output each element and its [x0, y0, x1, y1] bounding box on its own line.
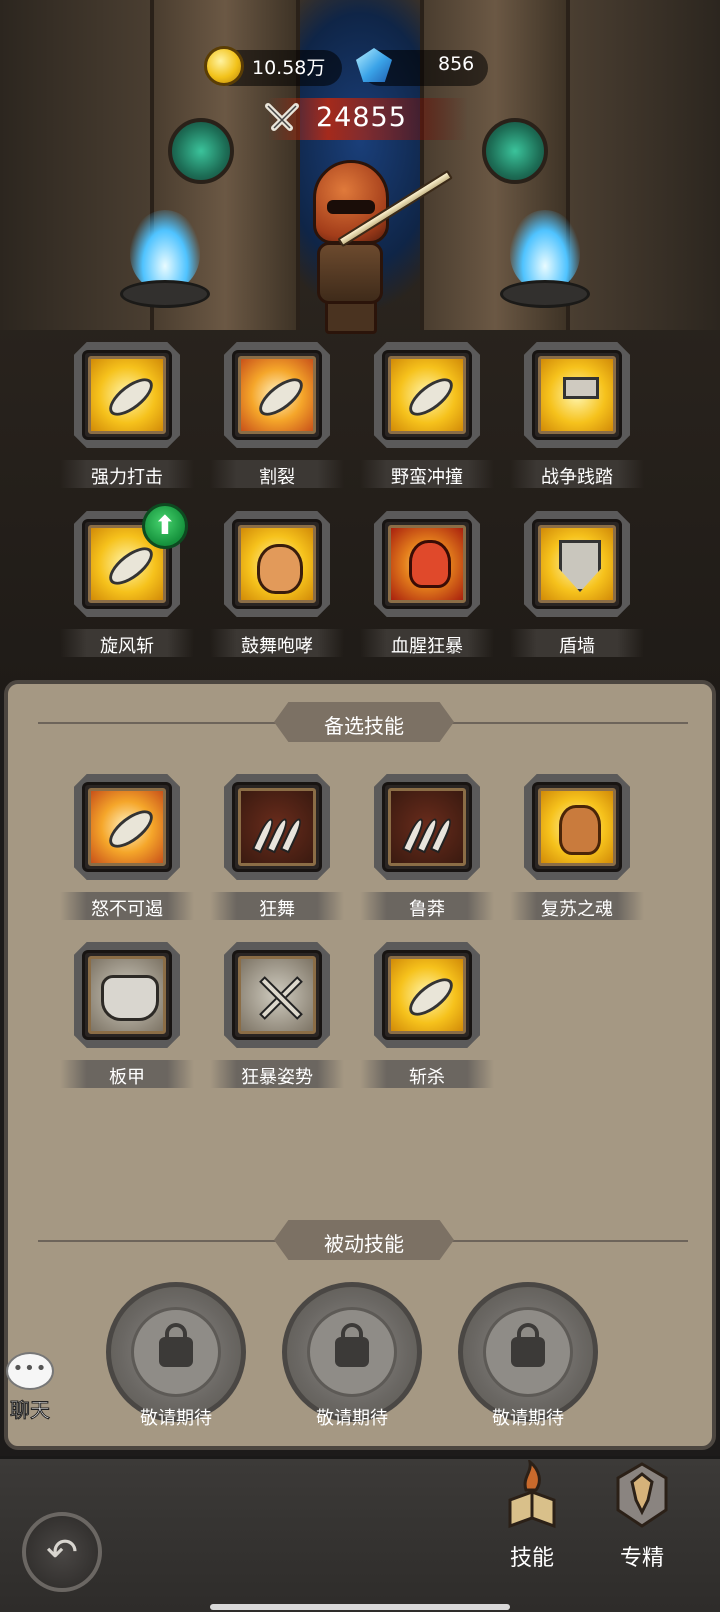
skill-slot[interactable]: 复苏之魂: [510, 768, 644, 920]
skill-name: 野蛮冲撞: [391, 467, 463, 488]
reviving-soul-icon: [538, 788, 616, 866]
skill-slot[interactable]: 战争践踏: [510, 336, 644, 488]
skill-name: 怒不可遏: [91, 899, 163, 920]
berserker-stance-icon: [238, 956, 316, 1034]
skill-slot[interactable]: 割裂: [210, 336, 344, 488]
skill-slot[interactable]: 强力打击: [60, 336, 194, 488]
skill-slot[interactable]: 狂舞: [210, 768, 344, 920]
skill-name: 盾墙: [559, 636, 595, 657]
skill-slot[interactable]: 血腥狂暴: [360, 505, 494, 657]
skill-name: 鼓舞咆哮: [241, 636, 313, 657]
blue-flame-icon: [130, 210, 200, 290]
war-stomp-icon: [538, 356, 616, 434]
home-indicator: [210, 1604, 510, 1610]
blue-flame-icon: [510, 210, 580, 290]
skill-name: 斩杀: [409, 1067, 445, 1088]
gold-amount: 10.58万: [252, 57, 326, 79]
tab-skills-label: 技能: [509, 1546, 554, 1571]
skill-name: 割裂: [259, 467, 295, 488]
passive-skill-slot-locked[interactable]: [282, 1282, 422, 1422]
upgrade-available-badge[interactable]: ⬆: [142, 503, 188, 549]
plate-armor-icon: [88, 956, 166, 1034]
rend-icon: [238, 356, 316, 434]
skill-slot[interactable]: 野蛮冲撞: [360, 336, 494, 488]
tab-skills[interactable]: 技能: [484, 1460, 580, 1600]
shield-wall-icon: [538, 525, 616, 603]
arrow-up-icon: ⬆: [154, 511, 176, 541]
inspiring-shout-icon: [238, 525, 316, 603]
skill-name: 旋风斩: [100, 636, 154, 657]
chat-label: 聊天: [10, 1398, 51, 1423]
tab-specialization-label: 专精: [619, 1546, 664, 1571]
gold-coin-icon: [204, 46, 244, 86]
blood-rage-icon: [388, 525, 466, 603]
combat-power-value: 24855: [316, 102, 407, 133]
skill-slot[interactable]: 盾墙: [510, 505, 644, 657]
passive-slot-label: 敬请期待: [492, 1408, 564, 1429]
tab-specialization[interactable]: 专精: [594, 1460, 690, 1600]
skill-slot[interactable]: 鼓舞咆哮: [210, 505, 344, 657]
skill-name: 板甲: [109, 1067, 145, 1088]
gem-amount: 856: [438, 53, 475, 75]
passive-skill-slot-locked[interactable]: [106, 1282, 246, 1422]
crossed-swords-icon: [265, 103, 299, 131]
left-wall: [0, 0, 150, 330]
skill-book-icon: [508, 1460, 556, 1529]
brazier: [120, 280, 210, 308]
skill-slot[interactable]: 怒不可遏: [60, 768, 194, 920]
skill-name: 狂暴姿势: [241, 1067, 313, 1088]
hero-scene: 10.58万 856 24855 强力打击 割裂 野蛮冲撞 战争践踏旋风斩 鼓舞咆哮 血腥…: [0, 0, 720, 690]
brazier: [500, 280, 590, 308]
skill-slot[interactable]: 斩杀: [360, 936, 494, 1088]
unstoppable-rage-icon: [88, 788, 166, 866]
recklessness-icon: [388, 788, 466, 866]
specialization-icon: [616, 1462, 668, 1528]
execute-icon: [388, 956, 466, 1034]
skill-name: 强力打击: [91, 467, 163, 488]
power-strike-icon: [88, 356, 166, 434]
frenzy-dance-icon: [238, 788, 316, 866]
skill-slot[interactable]: 板甲: [60, 936, 194, 1088]
skill-name: 鲁莽: [409, 899, 445, 920]
passive-skills-title: 被动技能: [324, 1232, 404, 1256]
skill-name: 狂舞: [259, 899, 295, 920]
right-wall: [570, 0, 720, 330]
rune-emblem-icon: [482, 118, 548, 184]
passive-slot-label: 敬请期待: [316, 1408, 388, 1429]
alternate-skills-title: 备选技能: [324, 714, 404, 738]
skill-slot[interactable]: 狂暴姿势: [210, 936, 344, 1088]
skill-name: 复苏之魂: [541, 899, 613, 920]
skill-name: 血腥狂暴: [391, 636, 463, 657]
back-arrow-icon: ↶: [46, 1530, 78, 1574]
passive-slot-label: 敬请期待: [140, 1408, 212, 1429]
back-button[interactable]: ↶: [22, 1512, 102, 1592]
passive-skill-slot-locked[interactable]: [458, 1282, 598, 1422]
hero-character: [295, 160, 453, 335]
skill-name: 战争践踏: [541, 467, 613, 488]
rune-emblem-icon: [168, 118, 234, 184]
savage-charge-icon: [388, 356, 466, 434]
skill-slot[interactable]: 鲁莽: [360, 768, 494, 920]
